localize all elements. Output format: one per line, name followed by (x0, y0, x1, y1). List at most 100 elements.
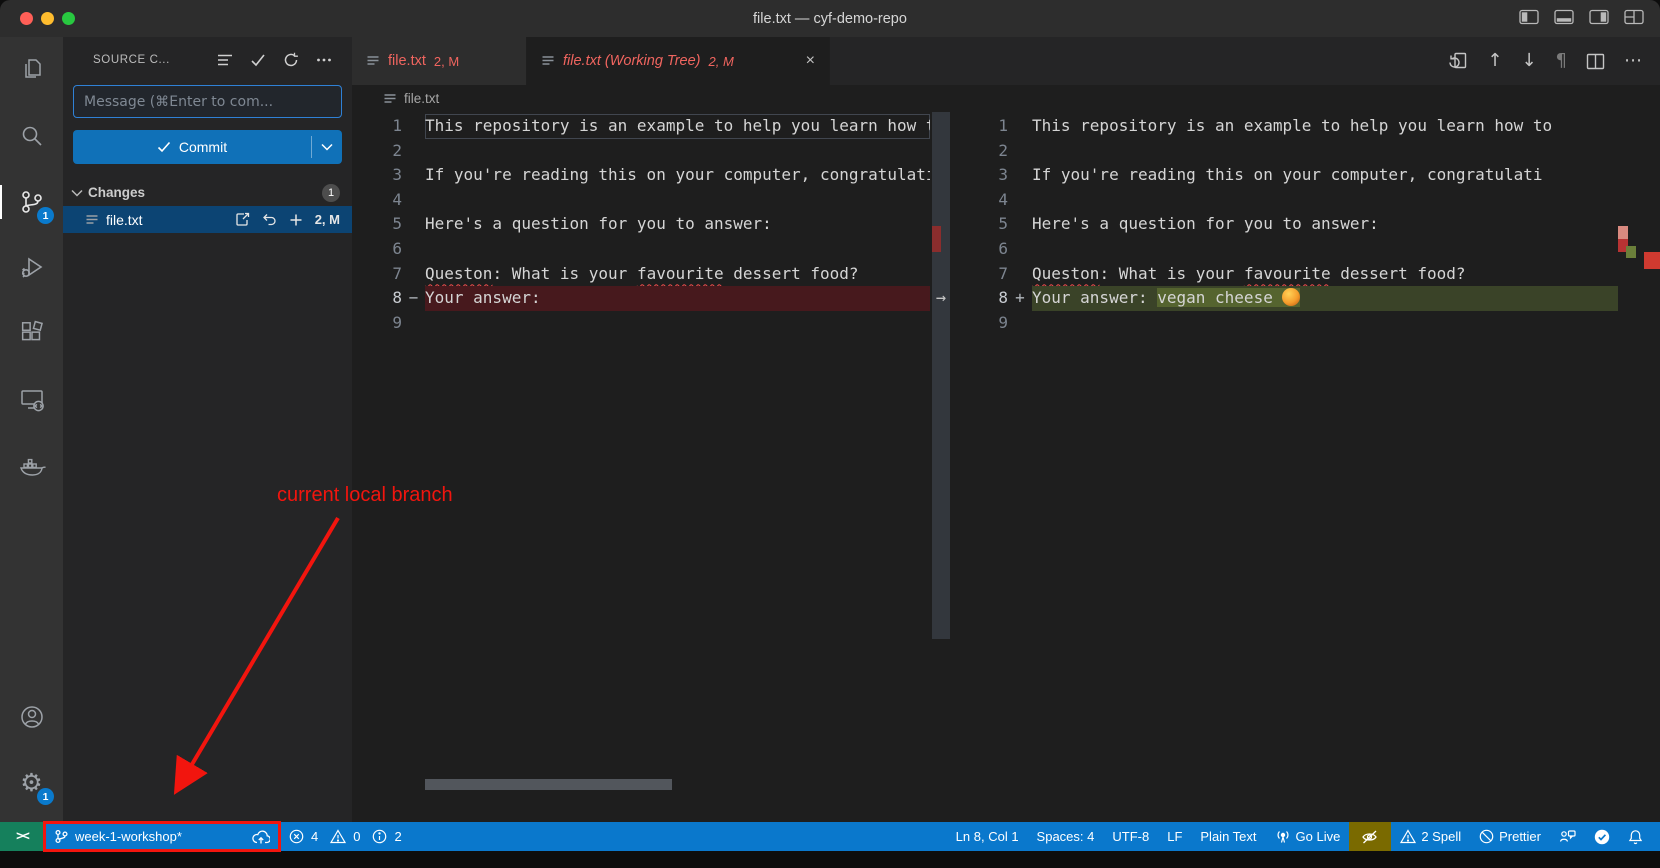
eol-indicator[interactable]: LF (1158, 822, 1191, 851)
refresh-icon[interactable] (283, 52, 299, 68)
encoding-indicator[interactable]: UTF-8 (1103, 822, 1158, 851)
code-line-2[interactable]: 2 (352, 139, 930, 164)
scrollbar-slider[interactable] (932, 112, 950, 639)
stage-changes-icon[interactable] (289, 213, 303, 227)
toggle-panel-icon[interactable] (1554, 9, 1574, 25)
sidebar-item-settings[interactable]: ⚙ 1 (0, 750, 63, 816)
tab-file-txt-working-tree[interactable]: file.txt (Working Tree) 2, M × (527, 37, 830, 85)
sidebar-item-run-debug[interactable] (0, 235, 63, 301)
revert-diff-arrow-icon[interactable]: → (930, 286, 952, 311)
source-control-sidebar: SOURCE C... Commit Changes (63, 37, 352, 822)
prettier-indicator[interactable]: Prettier (1470, 822, 1550, 851)
commit-check-icon[interactable] (250, 53, 266, 67)
code-line-2[interactable]: 2 (952, 139, 1618, 164)
code-line-5[interactable]: 5Here's a question for you to answer: (352, 212, 930, 237)
breadcrumb[interactable]: file.txt (352, 85, 1660, 112)
line-number: 9 (352, 311, 402, 336)
commit-button[interactable]: Commit (73, 130, 342, 164)
code-line-6[interactable]: 6 (352, 237, 930, 262)
overview-mark (1618, 226, 1628, 239)
discard-changes-icon[interactable] (262, 212, 277, 227)
code-line-8[interactable]: 8−Your answer: (352, 286, 930, 311)
feedback-button[interactable] (1550, 822, 1585, 851)
code-line-3[interactable]: 3If you're reading this on your computer… (952, 163, 1618, 188)
cursor-position-indicator[interactable]: Ln 8, Col 1 (947, 822, 1028, 851)
line-number: 7 (952, 262, 1008, 287)
code-text (425, 188, 930, 213)
remote-explorer-icon (18, 386, 46, 414)
code-line-7[interactable]: 7Queston: What is your favourite dessert… (352, 262, 930, 287)
titlebar: file.txt — cyf-demo-repo (0, 0, 1660, 37)
diff-sign (1008, 139, 1032, 164)
line-number: 1 (352, 114, 402, 139)
toggle-secondary-sidebar-icon[interactable] (1589, 9, 1609, 25)
editor-scrollbar[interactable] (930, 112, 952, 822)
code-line-7[interactable]: 7Queston: What is your favourite dessert… (952, 262, 1618, 287)
remote-indicator[interactable]: >< (0, 822, 44, 851)
file-icon (366, 54, 380, 68)
code-line-1[interactable]: 1This repository is an example to help y… (352, 114, 930, 139)
sidebar-item-accounts[interactable] (0, 684, 63, 750)
sidebar-item-explorer[interactable] (0, 37, 63, 103)
view-and-sort-icon[interactable] (217, 53, 233, 67)
branch-indicator[interactable]: week-1-workshop* (44, 822, 280, 851)
tab-file-txt[interactable]: file.txt 2, M (352, 37, 527, 85)
info-count: 2 (394, 829, 401, 844)
code-line-3[interactable]: 3If you're reading this on your computer… (352, 163, 930, 188)
line-number: 3 (952, 163, 1008, 188)
activity-bar: 1 ⚙ 1 (0, 37, 63, 822)
problems-indicator[interactable]: 4 0 2 (280, 822, 418, 851)
changes-section-header[interactable]: Changes 1 (63, 179, 352, 206)
code-line-8[interactable]: 8+Your answer: vegan cheese (952, 286, 1618, 311)
extension-status-button[interactable] (1585, 822, 1619, 851)
code-line-6[interactable]: 6 (952, 237, 1618, 262)
commit-dropdown-button[interactable] (312, 130, 342, 164)
publish-cloud-icon (252, 830, 270, 844)
customize-layout-icon[interactable] (1624, 9, 1644, 25)
close-tab-icon[interactable]: × (806, 52, 815, 70)
spell-checker-toggle[interactable] (1349, 822, 1391, 851)
changes-count-badge: 1 (322, 184, 340, 202)
language-mode-indicator[interactable]: Plain Text (1191, 822, 1265, 851)
run-debug-icon (18, 254, 46, 282)
file-icon (541, 54, 555, 68)
editor-group: file.txt 2, M file.txt (Working Tree) 2,… (352, 37, 1660, 822)
code-line-9[interactable]: 9 (352, 311, 930, 336)
warning-icon (330, 829, 346, 844)
sidebar-item-docker[interactable] (0, 433, 63, 499)
code-text: Your answer: vegan cheese (1032, 286, 1618, 311)
open-changes-icon[interactable] (1448, 51, 1468, 71)
sidebar-item-remote-explorer[interactable] (0, 367, 63, 433)
sidebar-item-extensions[interactable] (0, 301, 63, 367)
commit-message-input[interactable] (73, 85, 342, 118)
go-live-button[interactable]: Go Live (1266, 822, 1350, 851)
check-circle-icon (1594, 829, 1610, 845)
diff-modified-pane[interactable]: 1This repository is an example to help y… (952, 112, 1618, 822)
spell-problems-indicator[interactable]: 2 Spell (1391, 822, 1470, 851)
sidebar-item-source-control[interactable]: 1 (0, 169, 63, 235)
previous-change-icon[interactable]: ↑ (1487, 52, 1502, 70)
misspelled-word: Queston (425, 264, 492, 283)
code-line-5[interactable]: 5Here's a question for you to answer: (952, 212, 1618, 237)
code-line-9[interactable]: 9 (952, 311, 1618, 336)
notifications-button[interactable] (1619, 822, 1652, 851)
code-line-1[interactable]: 1This repository is an example to help y… (952, 114, 1618, 139)
split-editor-icon[interactable] (1586, 53, 1605, 70)
open-file-icon[interactable] (235, 212, 250, 227)
window-title: file.txt — cyf-demo-repo (0, 0, 1660, 37)
horizontal-scrollbar[interactable] (425, 779, 672, 790)
code-text: Queston: What is your favourite dessert … (425, 262, 930, 287)
line-number: 5 (952, 212, 1008, 237)
more-actions-icon[interactable]: ⋯ (1624, 52, 1642, 70)
indentation-indicator[interactable]: Spaces: 4 (1028, 822, 1104, 851)
sidebar-item-search[interactable] (0, 103, 63, 169)
next-change-icon[interactable]: ↓ (1521, 52, 1536, 70)
code-line-4[interactable]: 4 (352, 188, 930, 213)
code-line-4[interactable]: 4 (952, 188, 1618, 213)
diff-original-pane[interactable]: 1This repository is an example to help y… (352, 112, 930, 822)
render-whitespace-icon[interactable]: ¶ (1556, 52, 1567, 70)
changed-file-row[interactable]: file.txt 2, M (63, 206, 352, 233)
more-actions-icon[interactable] (316, 53, 332, 67)
diff-sign (402, 212, 425, 237)
toggle-primary-sidebar-icon[interactable] (1519, 9, 1539, 25)
